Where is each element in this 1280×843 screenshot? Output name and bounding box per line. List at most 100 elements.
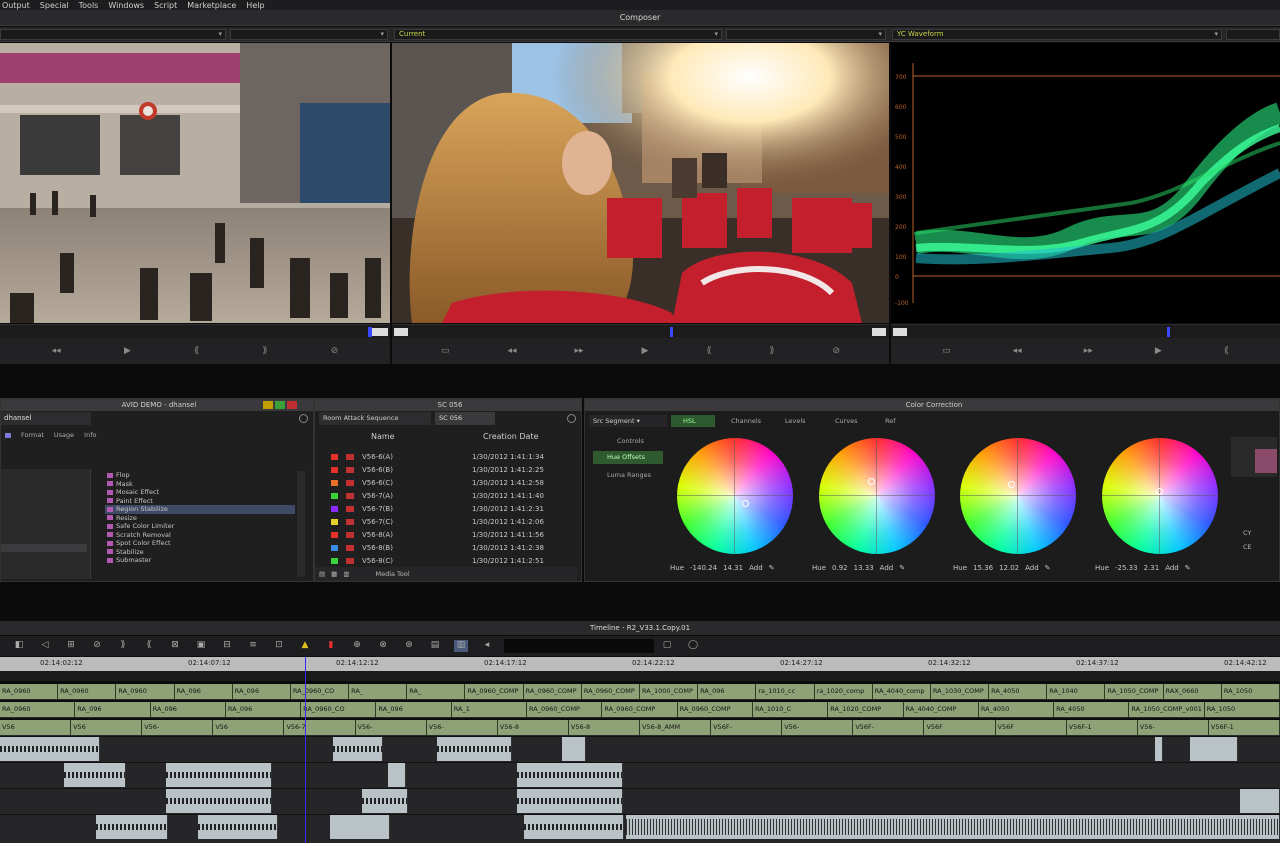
video-clip[interactable]: RA_0960: [0, 684, 59, 699]
scrub-handle[interactable]: [893, 328, 907, 336]
hue-value[interactable]: 0.92: [832, 564, 848, 572]
video-clip[interactable]: RA_: [407, 684, 466, 699]
record-icon[interactable]: ▮: [324, 640, 338, 652]
video-clip[interactable]: RA_1050: [1204, 702, 1280, 717]
video-clip[interactable]: V56: [0, 720, 72, 735]
audio-clip[interactable]: [524, 815, 624, 839]
add-button[interactable]: Add: [749, 564, 763, 572]
audio-clip[interactable]: [0, 737, 100, 761]
hue-value[interactable]: 15.36: [973, 564, 993, 572]
video-clip[interactable]: RA_096: [698, 684, 757, 699]
step-forward-icon[interactable]: ▸▸: [575, 346, 584, 356]
scrub-handle[interactable]: [872, 328, 886, 336]
effect-category-list[interactable]: [1, 469, 91, 579]
toolbar-button-icon[interactable]: ⊛: [402, 640, 416, 652]
video-clip[interactable]: V56F: [924, 720, 996, 735]
close-icon[interactable]: [287, 401, 297, 409]
step-back-icon[interactable]: ◂◂: [507, 346, 516, 356]
record-monitor-menu-2[interactable]: ▾: [726, 29, 886, 40]
source-viewer[interactable]: [0, 43, 390, 323]
column-header-name[interactable]: Name: [371, 432, 395, 441]
video-clip[interactable]: RA_096: [225, 702, 302, 717]
sequence-row[interactable]: V56-8(C) 1/30/2012 1:41:2:51: [315, 555, 577, 567]
video-clip[interactable]: RA_0960_COMP: [581, 684, 640, 699]
list-item[interactable]: Safe Color Limiter: [105, 522, 295, 531]
offset-value[interactable]: 2.31: [1144, 564, 1160, 572]
bin-tab[interactable]: dhansel: [1, 412, 91, 425]
mark-out-icon[interactable]: ⟫: [262, 346, 267, 356]
bin-options-icon[interactable]: [567, 414, 576, 423]
tab-curves[interactable]: Curves: [823, 415, 869, 427]
sequence-row[interactable]: V56-7(B) 1/30/2012 1:41:2:31: [315, 503, 577, 515]
hue-offset-wheel-4[interactable]: [1102, 438, 1218, 554]
audio-clip[interactable]: [96, 815, 168, 839]
side-tab-luma-ranges[interactable]: Luma Ranges: [593, 469, 665, 481]
video-clip[interactable]: RA_0960_COMP: [602, 702, 678, 717]
offset-value[interactable]: 14.31: [723, 564, 743, 572]
offset-value[interactable]: 12.02: [999, 564, 1019, 572]
toolbar-button-icon[interactable]: ▣: [194, 640, 208, 652]
video-clip[interactable]: RA_0960_COMP: [527, 702, 603, 717]
audio-clip[interactable]: [517, 789, 623, 813]
video-clip[interactable]: V56-: [426, 720, 498, 735]
eyedropper-icon[interactable]: ✎: [1045, 564, 1051, 572]
video-clip[interactable]: V56-: [1137, 720, 1209, 735]
tab-hsl[interactable]: HSL: [671, 415, 715, 427]
list-item[interactable]: Mosaic Effect: [105, 488, 295, 497]
video-clip[interactable]: RA_0960_COMP: [523, 684, 582, 699]
menu-tools[interactable]: Tools: [79, 1, 99, 10]
mark-in-icon[interactable]: ⟪: [194, 346, 199, 356]
video-clip[interactable]: V56-8: [497, 720, 569, 735]
video-clip[interactable]: RA_1050: [1221, 684, 1280, 699]
color-swatch[interactable]: [1255, 449, 1277, 473]
monitor-icon[interactable]: ▭: [441, 346, 450, 356]
video-clip[interactable]: V56-: [782, 720, 854, 735]
wheel-handle[interactable]: [1156, 488, 1163, 495]
list-item[interactable]: Submaster: [105, 556, 295, 565]
source-monitor-menu[interactable]: ▾: [0, 29, 226, 40]
video-clip[interactable]: RA_1040: [1047, 684, 1106, 699]
list-item-selected[interactable]: Region Stabilize: [105, 505, 295, 514]
tab-info[interactable]: Info: [84, 431, 96, 439]
toolbar-button-icon[interactable]: ▢: [660, 640, 674, 652]
toolbar-button-icon[interactable]: ⊗: [376, 640, 390, 652]
list-item[interactable]: Spot Color Effect: [105, 539, 295, 548]
wheel-handle[interactable]: [742, 500, 749, 507]
video-clip[interactable]: RA_0960: [58, 684, 117, 699]
offset-value[interactable]: 13.33: [854, 564, 874, 572]
video-clip[interactable]: V56: [213, 720, 285, 735]
monitor-icon[interactable]: ▭: [942, 346, 951, 356]
video-clip[interactable]: RA_1020_COMP: [828, 702, 904, 717]
play-icon[interactable]: ▶: [124, 346, 131, 356]
video-clip[interactable]: V56-: [355, 720, 427, 735]
maximize-icon[interactable]: [275, 401, 285, 409]
wheel-handle[interactable]: [868, 478, 875, 485]
tab-channels[interactable]: Channels: [719, 415, 769, 427]
media-tool-dropdown[interactable]: Media Tool: [375, 570, 409, 578]
video-clip[interactable]: RA_0960_CO: [290, 684, 350, 699]
video-clip[interactable]: RA_4040_comp: [872, 684, 931, 699]
list-item[interactable]: Resize: [105, 514, 295, 523]
hue-offset-wheel-3[interactable]: [960, 438, 1076, 554]
audio-clip[interactable]: [388, 763, 406, 787]
toolbar-button-icon[interactable]: ⟪: [142, 640, 156, 652]
video-clip[interactable]: RA_1000_COMP: [640, 684, 699, 699]
source-position-bar[interactable]: [0, 324, 390, 338]
video-clip[interactable]: RA_: [349, 684, 408, 699]
segment-mode-icon[interactable]: ▲: [298, 640, 312, 652]
hue-offset-wheel-2[interactable]: [819, 438, 935, 554]
tab-levels[interactable]: Levels: [773, 415, 819, 427]
source-monitor-menu-2[interactable]: ▾: [230, 29, 388, 40]
video-clip[interactable]: RA_0960_COMP: [465, 684, 524, 699]
mark-in-icon[interactable]: ⟪: [706, 346, 711, 356]
menu-windows[interactable]: Windows: [108, 1, 144, 10]
hue-offset-wheel-1[interactable]: [677, 438, 793, 554]
eyedropper-icon[interactable]: ✎: [1185, 564, 1191, 572]
bin-view-icon[interactable]: [5, 432, 11, 438]
scrub-handle[interactable]: [372, 328, 388, 336]
video-clip[interactable]: V56F: [995, 720, 1067, 735]
sequence-row[interactable]: V56-6(C) 1/30/2012 1:41:2:58: [315, 477, 577, 489]
segment-mode-menu[interactable]: Src Segment ▾: [589, 415, 667, 427]
position-indicator[interactable]: [1167, 327, 1170, 337]
add-button[interactable]: Add: [880, 564, 894, 572]
